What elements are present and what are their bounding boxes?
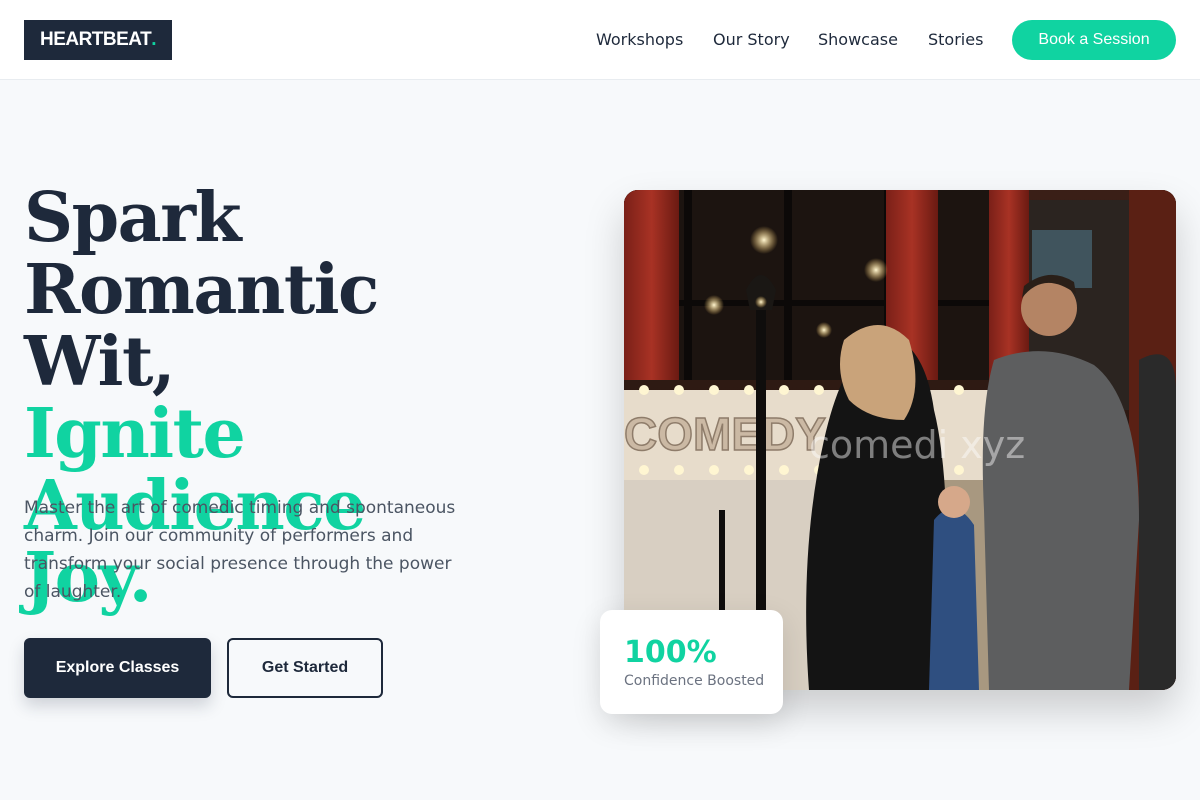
hero-description: Master the art of comedic timing and spo… (24, 498, 456, 602)
logo-text: HEARTBEAT (39, 29, 152, 50)
nav-showcase[interactable]: Showcase (818, 30, 898, 50)
stat-value: 100% (624, 635, 717, 670)
nav-workshops[interactable]: Workshops (596, 30, 683, 50)
book-session-button[interactable]: Book a Session (1012, 20, 1176, 60)
get-started-button[interactable]: Get Started (227, 638, 383, 698)
nav-our-story[interactable]: Our Story (713, 30, 790, 50)
headline-line-2: Wit, (24, 322, 176, 402)
logo[interactable]: HEARTBEAT. (24, 20, 172, 60)
image-watermark: comedi xyz (809, 423, 1025, 467)
headline-line-1: Spark Romantic (24, 178, 379, 330)
stat-label: Confidence Boosted (624, 673, 765, 689)
site-header: HEARTBEAT. Workshops Our Story Showcase … (0, 0, 1200, 80)
logo-dot: . (151, 29, 157, 50)
nav-stories[interactable]: Stories (928, 30, 983, 50)
stat-card: 100% Confidence Boosted (600, 610, 783, 714)
explore-classes-button[interactable]: Explore Classes (24, 638, 211, 698)
